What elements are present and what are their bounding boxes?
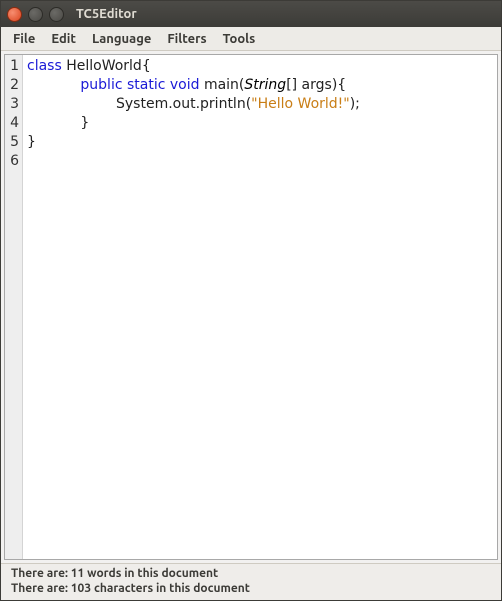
menu-tools[interactable]: Tools	[215, 29, 264, 49]
menu-language[interactable]: Language	[84, 29, 159, 49]
line-number: 1	[5, 57, 19, 76]
status-word-count: There are: 11 words in this document	[11, 566, 491, 581]
line-number: 4	[5, 114, 19, 133]
code-editor[interactable]: class HelloWorld{ public static void mai…	[23, 55, 497, 559]
code-text: );	[350, 96, 360, 112]
line-number: 2	[5, 76, 19, 95]
menu-filters[interactable]: Filters	[159, 29, 214, 49]
menu-edit[interactable]: Edit	[43, 29, 84, 49]
code-line: }	[27, 133, 493, 152]
code-text: System.out.println(	[27, 96, 251, 112]
code-line: System.out.println("Hello World!");	[27, 95, 493, 114]
code-text: main(	[200, 77, 245, 93]
string: "Hello World!"	[251, 96, 350, 112]
title-bar[interactable]: TC5Editor	[1, 1, 501, 27]
close-icon[interactable]	[7, 7, 22, 22]
status-bar: There are: 11 words in this document The…	[1, 563, 501, 600]
menu-bar: File Edit Language Filters Tools	[1, 27, 501, 51]
window-title: TC5Editor	[76, 7, 137, 21]
line-number-gutter: 1 2 3 4 5 6	[5, 55, 23, 559]
keyword: class	[27, 58, 62, 74]
editor-area[interactable]: 1 2 3 4 5 6 class HelloWorld{ public sta…	[4, 54, 498, 560]
line-number: 3	[5, 95, 19, 114]
minimize-icon[interactable]	[28, 7, 43, 22]
code-text: HelloWorld{	[62, 58, 151, 74]
menu-file[interactable]: File	[5, 29, 43, 49]
code-line: public static void main(String[] args){	[27, 76, 493, 95]
code-text: [] args){	[286, 77, 346, 93]
code-line: class HelloWorld{	[27, 57, 493, 76]
code-text	[27, 77, 80, 93]
line-number: 6	[5, 152, 19, 171]
code-line: }	[27, 114, 493, 133]
status-char-count: There are: 103 characters in this docume…	[11, 581, 491, 596]
app-window: TC5Editor File Edit Language Filters Too…	[0, 0, 502, 601]
keyword: public static void	[80, 77, 199, 93]
maximize-icon[interactable]	[49, 7, 64, 22]
type: String	[244, 77, 286, 93]
line-number: 5	[5, 133, 19, 152]
